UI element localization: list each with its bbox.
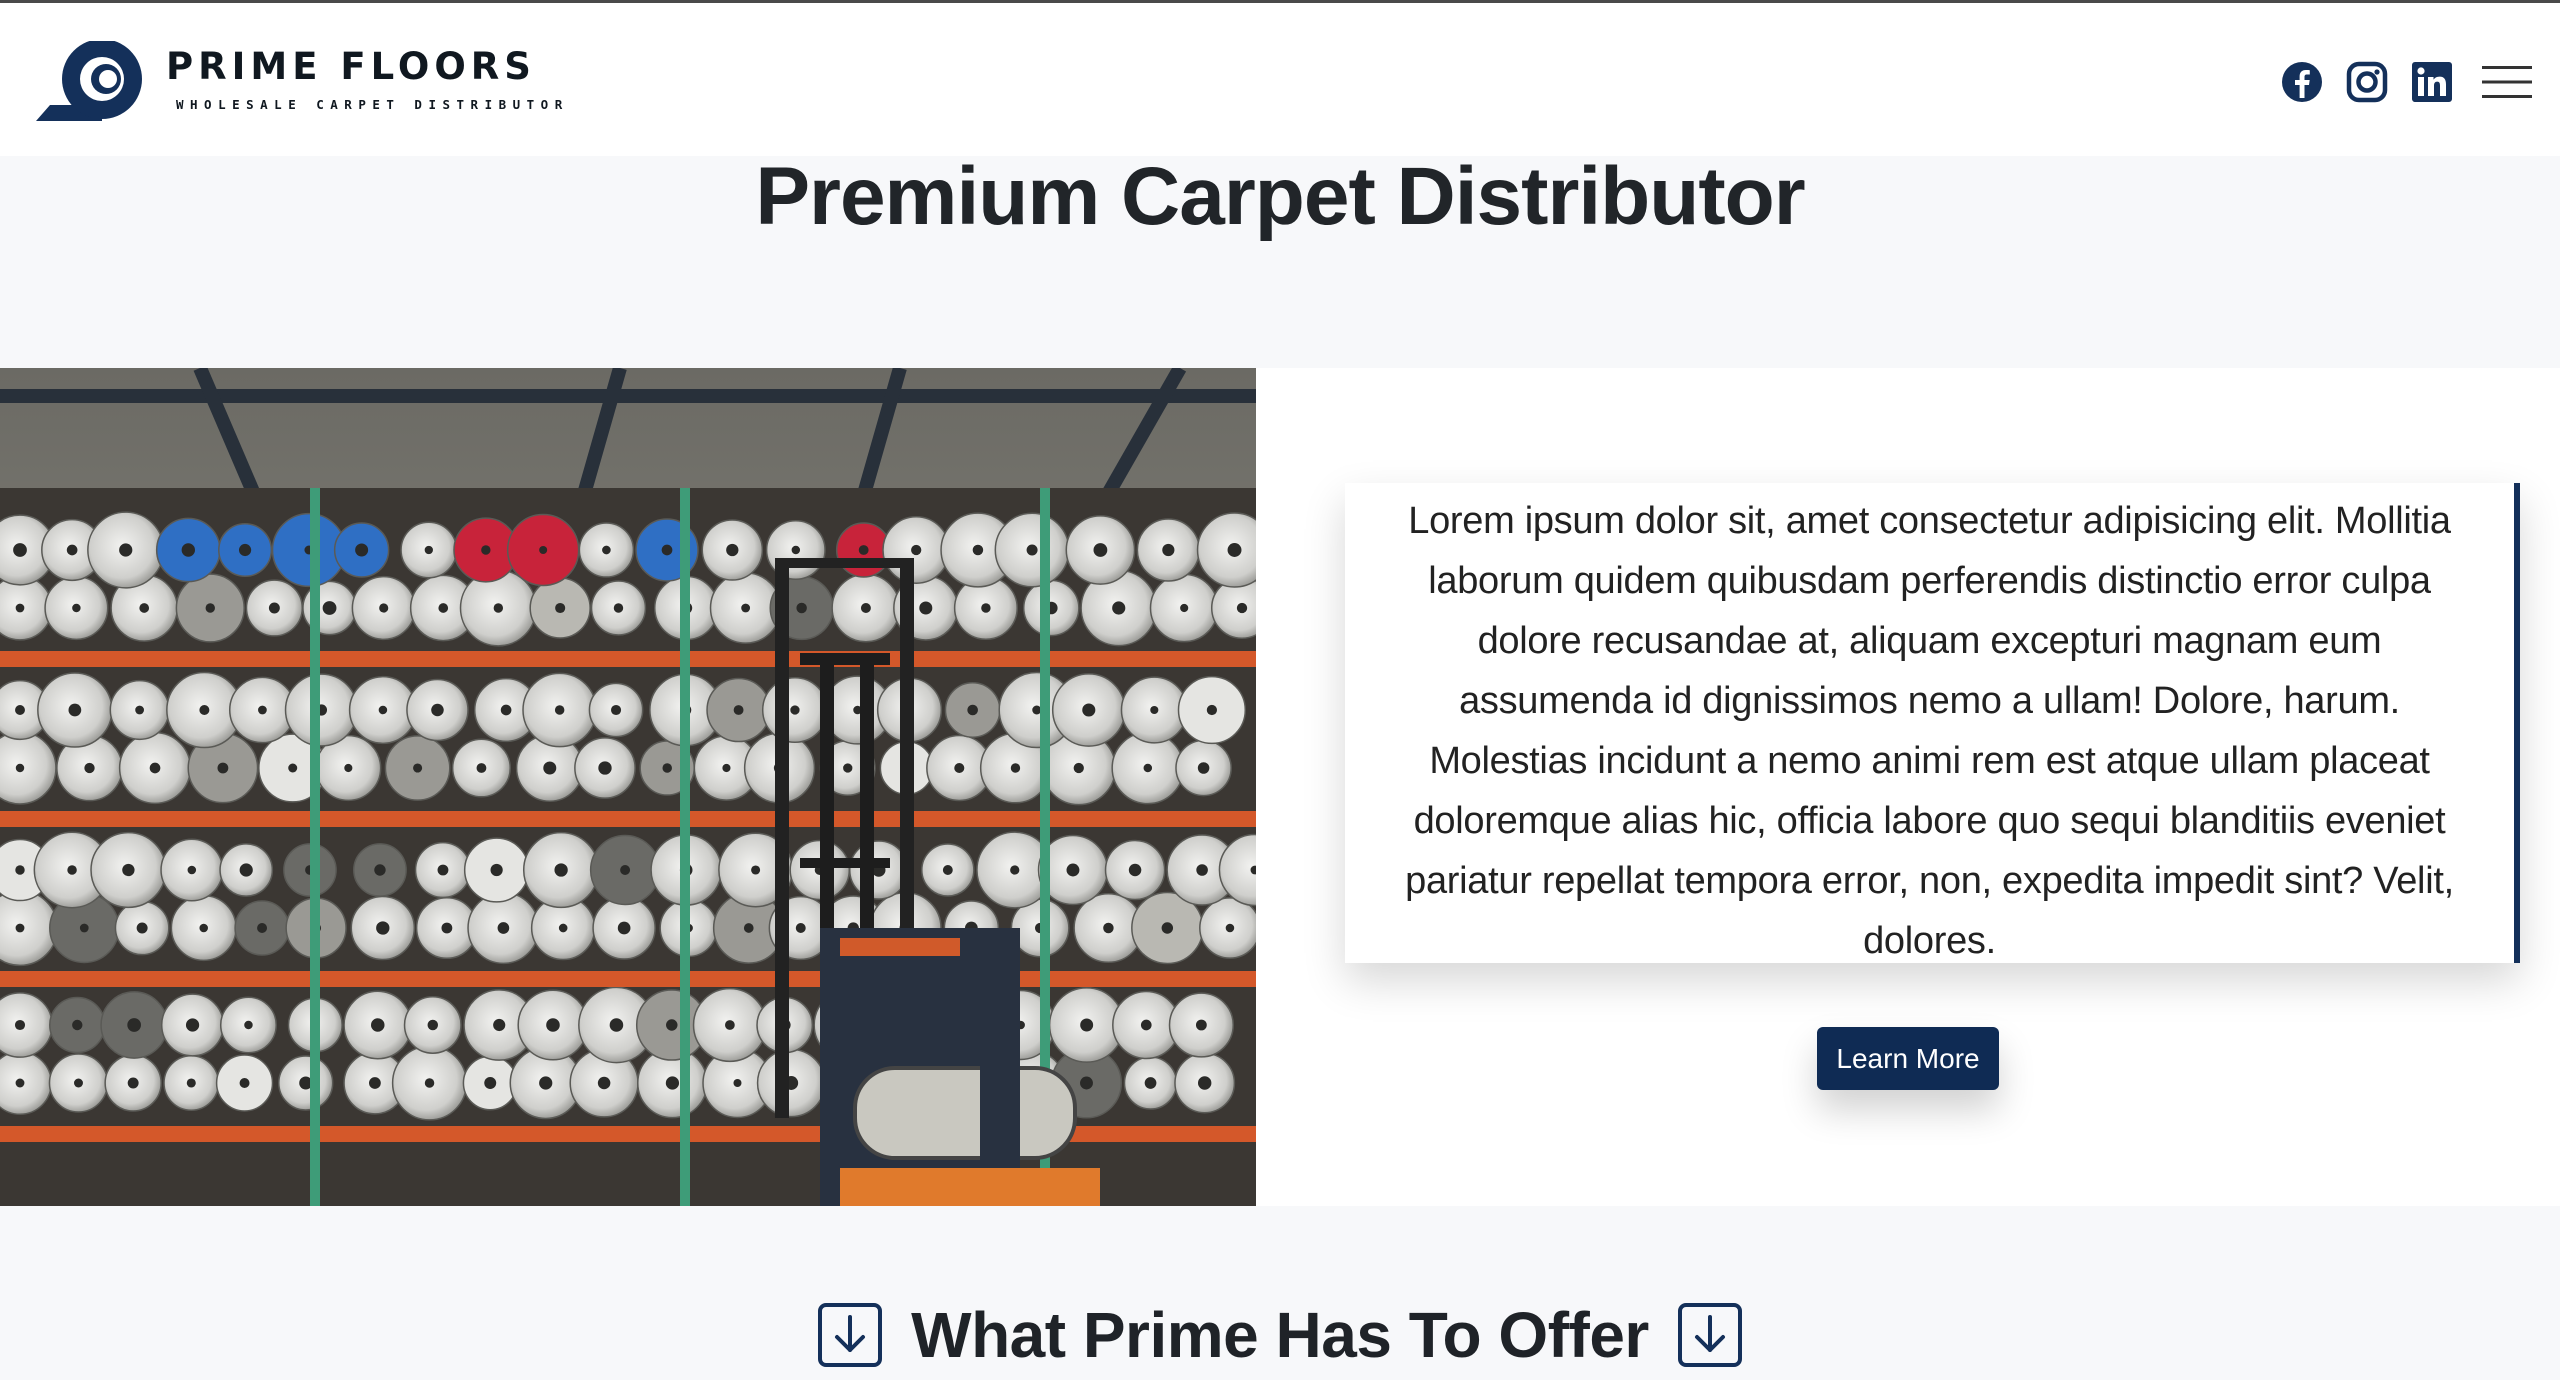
- carpet-roll-logo-icon: [36, 41, 142, 121]
- hamburger-menu-button[interactable]: [2480, 53, 2534, 111]
- navbar: PRIME FLOORS WHOLESALE CARPET DISTRIBUTO…: [0, 3, 2560, 156]
- feature-section: Lorem ipsum dolor sit, amet consectetur …: [0, 368, 2560, 1206]
- learn-more-button[interactable]: Learn More: [1817, 1027, 1999, 1090]
- brand-tagline: WHOLESALE CARPET DISTRIBUTOR: [176, 97, 569, 112]
- linkedin-link[interactable]: [2410, 53, 2454, 111]
- facebook-link[interactable]: [2280, 53, 2324, 111]
- instagram-icon: [2346, 61, 2388, 103]
- linkedin-icon: [2412, 62, 2452, 102]
- warehouse-carpet-rolls-image: [0, 368, 1256, 1206]
- hamburger-menu-icon: [2482, 66, 2532, 98]
- feature-description: Lorem ipsum dolor sit, amet consectetur …: [1405, 500, 2454, 962]
- brand-name: PRIME FLOORS: [166, 45, 536, 88]
- instagram-link[interactable]: [2345, 53, 2389, 111]
- offer-section-heading: What Prime Has To Offer: [0, 1290, 2560, 1380]
- arrow-down-square-icon[interactable]: [817, 1302, 883, 1368]
- page-title: Premium Carpet Distributor: [755, 151, 1805, 242]
- arrow-down-square-icon[interactable]: [1677, 1302, 1743, 1368]
- facebook-icon: [2282, 62, 2322, 102]
- offer-title: What Prime Has To Offer: [911, 1299, 1649, 1371]
- warehouse-photo: [0, 368, 1256, 1206]
- feature-text-card: Lorem ipsum dolor sit, amet consectetur …: [1345, 483, 2520, 963]
- brand-home-link[interactable]: PRIME FLOORS WHOLESALE CARPET DISTRIBUTO…: [36, 41, 562, 121]
